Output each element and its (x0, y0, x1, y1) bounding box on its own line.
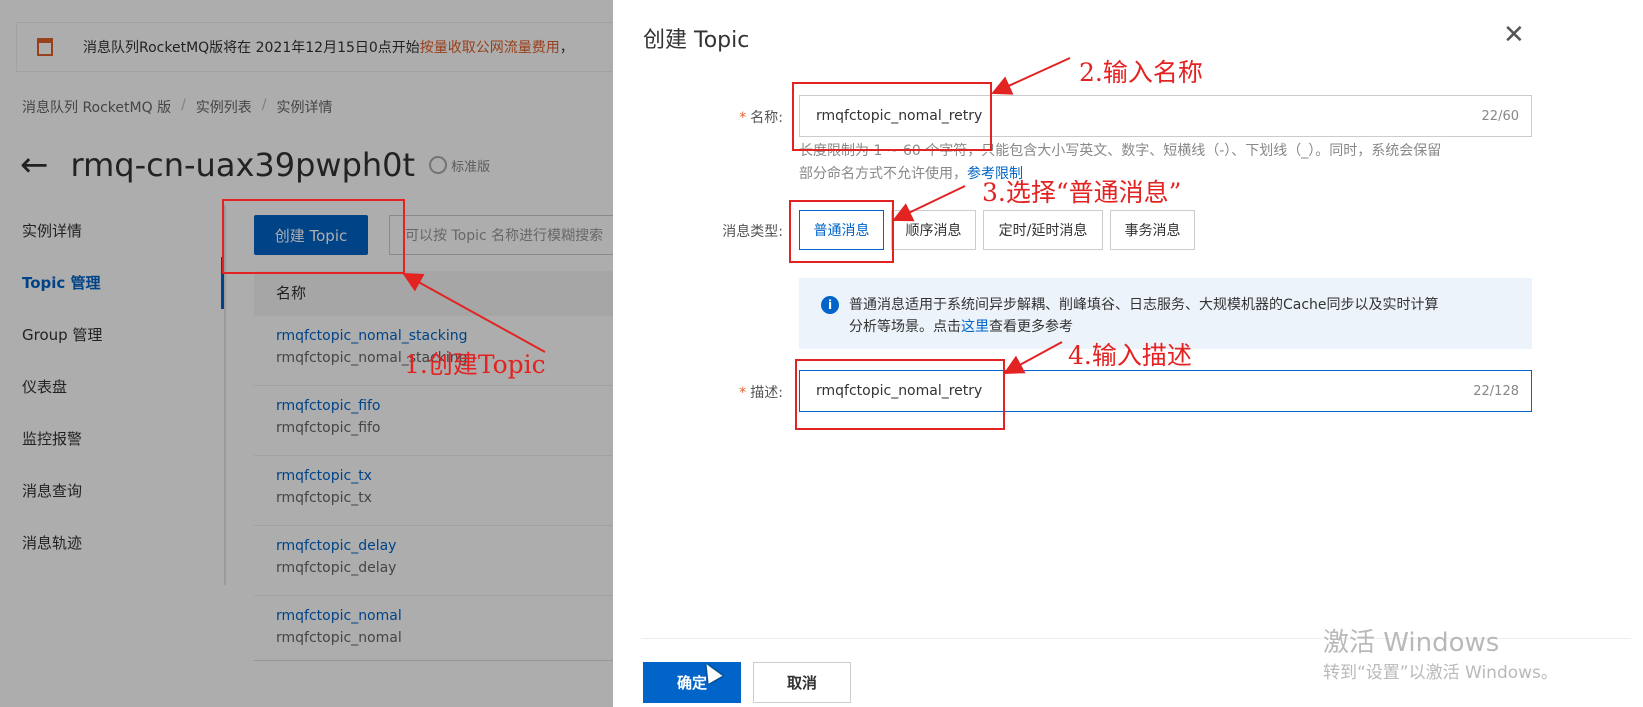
arrow-step1 (402, 273, 546, 353)
arrow-step4 (1003, 341, 1063, 374)
arrow-step3 (892, 185, 966, 222)
arrow-step2 (991, 57, 1071, 95)
annotation-arrows (402, 57, 1071, 374)
